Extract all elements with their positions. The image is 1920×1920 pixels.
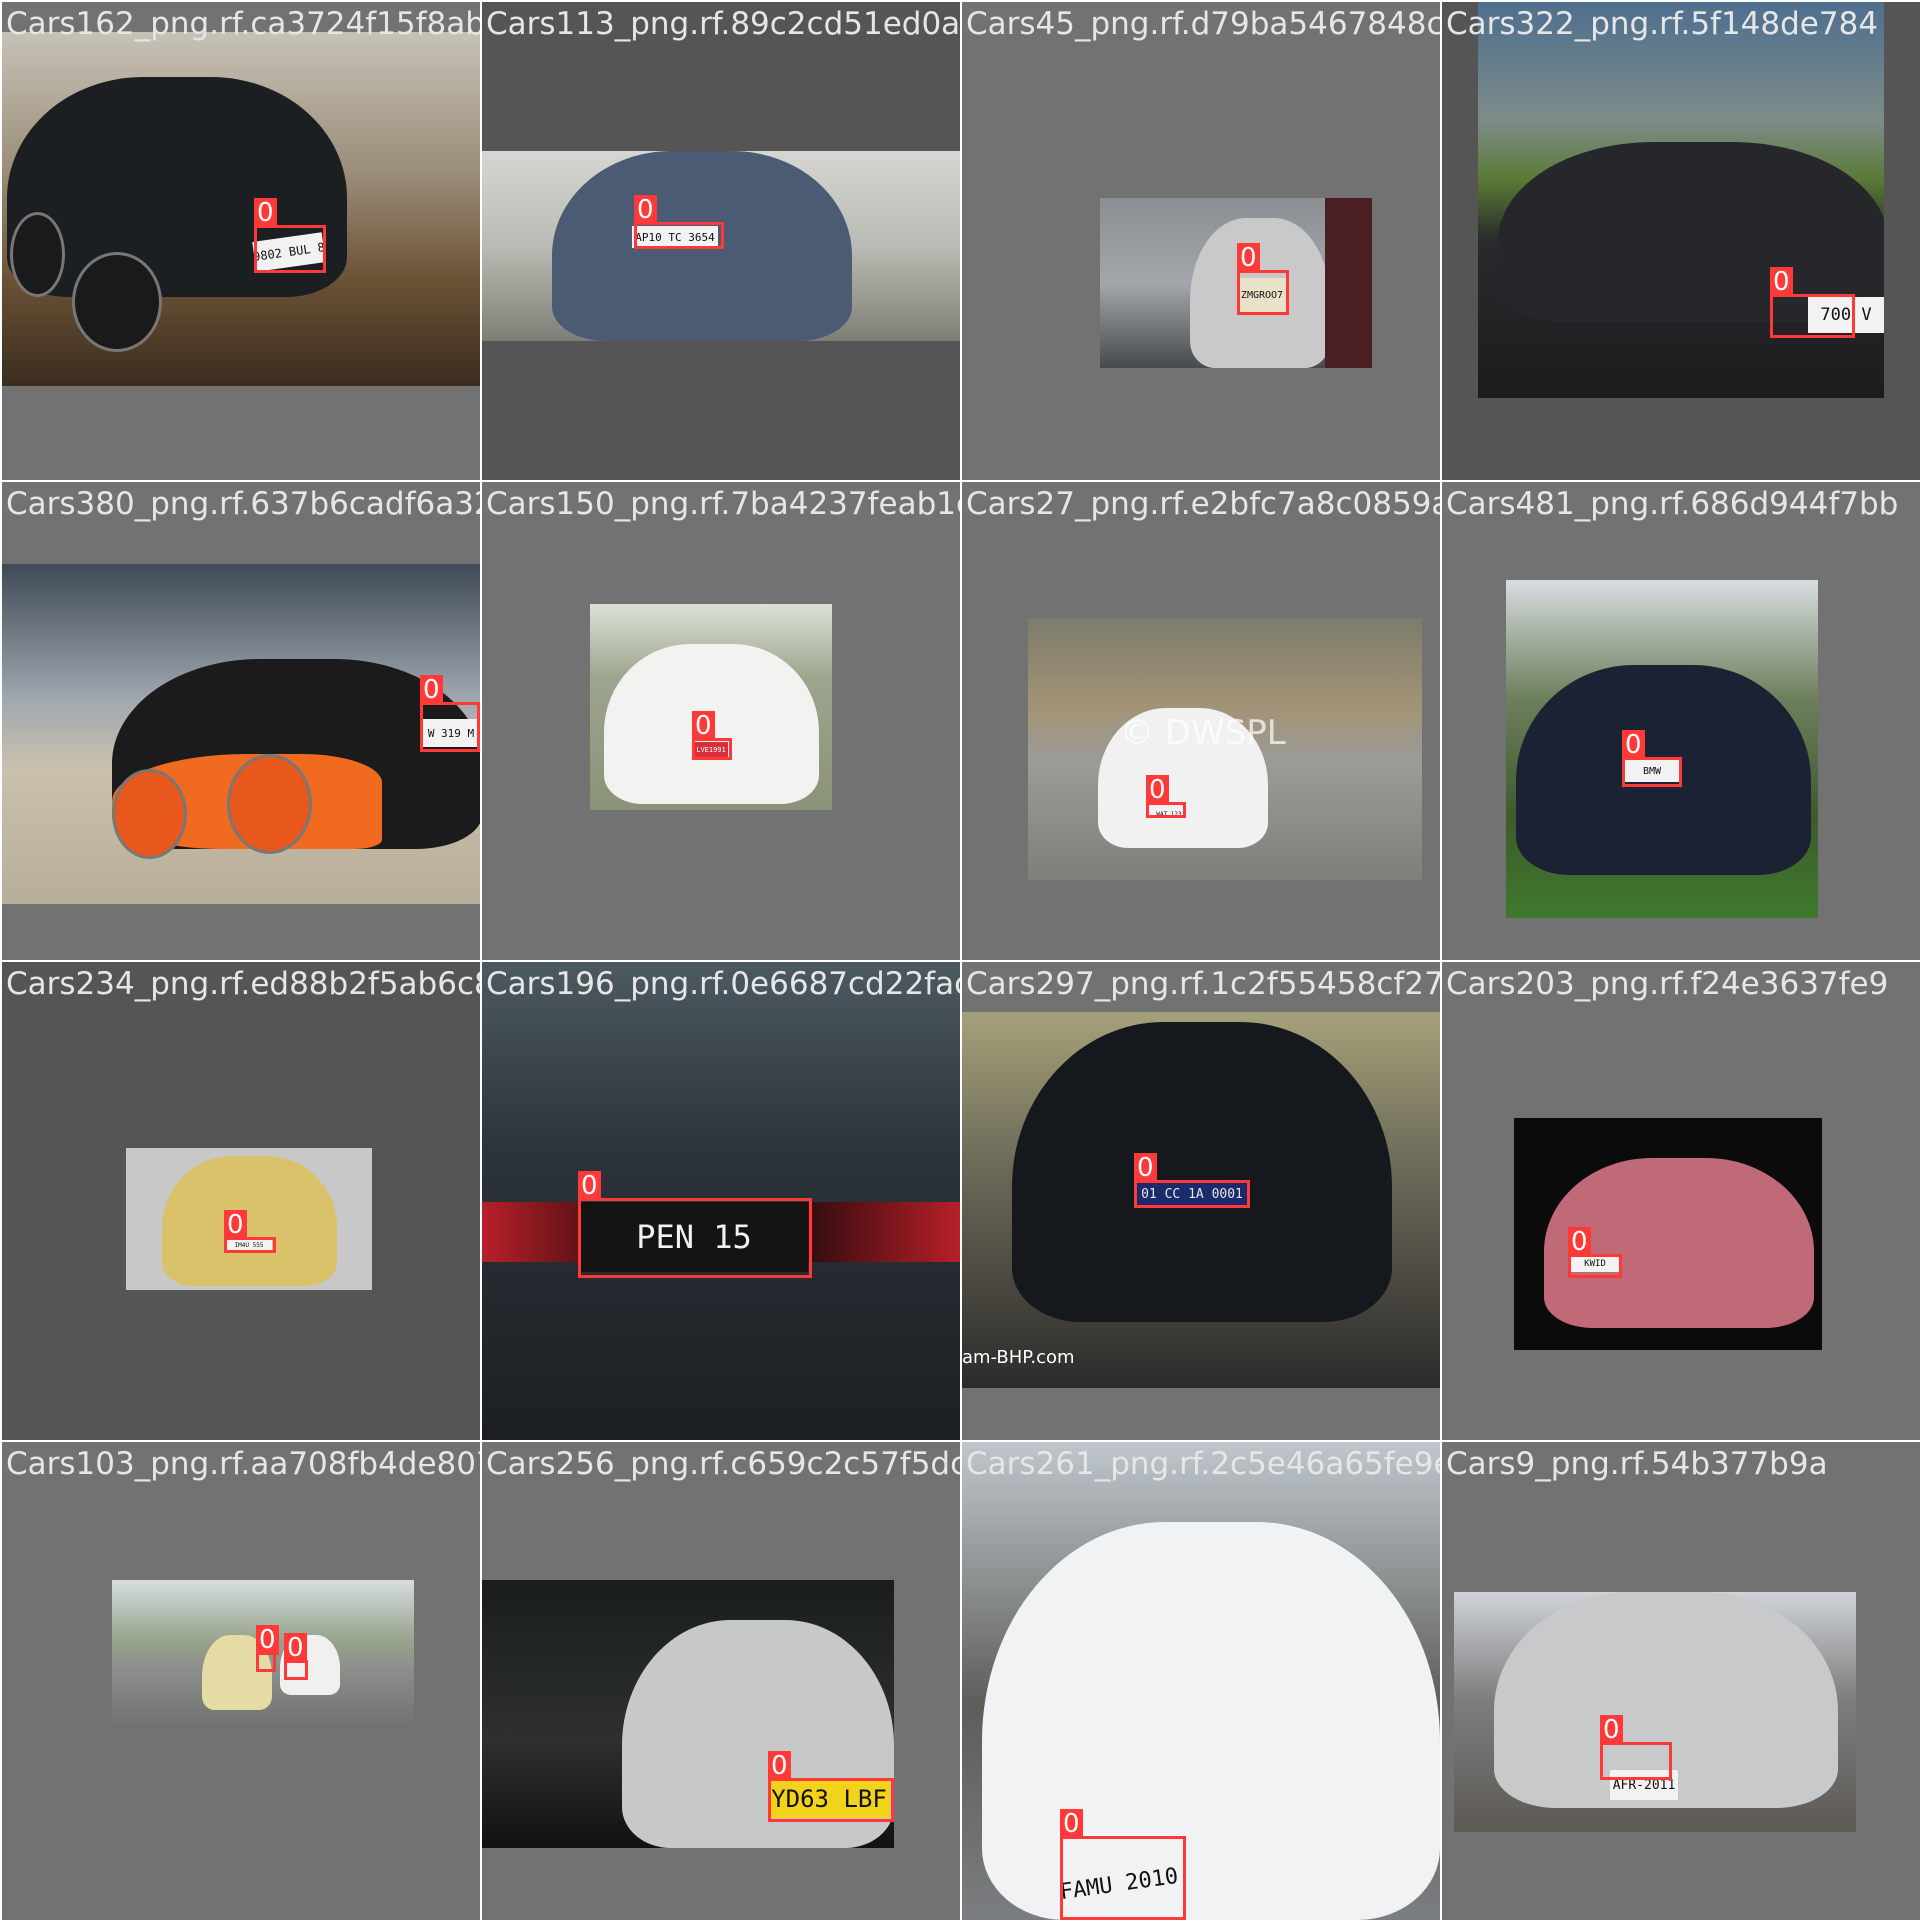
car-photo: AFR-2011 xyxy=(1454,1592,1856,1832)
tile-4: 700 V 0 Cars322_png.rf.5f148de784 xyxy=(1442,2,1920,480)
tile-11: 01 CC 1A 0001 am-BHP.com 0 Cars297_png.r… xyxy=(962,962,1440,1440)
detection-box: 0 xyxy=(1622,730,1682,787)
detection-box: 0 xyxy=(1600,1715,1672,1780)
detection-box: 0 xyxy=(768,1751,894,1822)
tile-8: BMW 0 Cars481_png.rf.686d944f7bb xyxy=(1442,482,1920,960)
car-photo: LVE1991 xyxy=(590,604,832,810)
tile-14: YD63 LBF 0 Cars256_png.rf.c659c2c57f5dcb… xyxy=(482,1442,960,1920)
image-filename: Cars45_png.rf.d79ba5467848c90d376552ab0d xyxy=(966,6,1440,42)
detection-box: 0 xyxy=(1237,243,1289,315)
class-label: 0 xyxy=(578,1171,601,1201)
class-label: 0 xyxy=(1060,1809,1083,1839)
class-label: 0 xyxy=(224,1210,247,1240)
image-filename: Cars113_png.rf.89c2cd51ed0a9685d9b67903 xyxy=(486,6,960,42)
car-photo: 9802 BUL 8 xyxy=(2,32,480,386)
image-filename: Cars234_png.rf.ed88b2f5ab6c8b4e5eac0e668… xyxy=(6,966,480,1002)
detection-box: 0 xyxy=(578,1171,812,1278)
class-label: 0 xyxy=(420,675,443,705)
class-label: 0 xyxy=(254,198,277,228)
tile-6: LVE1991 0 Cars150_png.rf.7ba4237feab1e2b… xyxy=(482,482,960,960)
class-label: 0 xyxy=(692,711,715,741)
detection-box: 0 xyxy=(224,1210,276,1253)
tile-10: PEN 15 0 Cars196_png.rf.0e6687cd22fac018… xyxy=(482,962,960,1440)
detection-box: 0 xyxy=(1146,775,1186,818)
image-filename: Cars103_png.rf.aa708fb4de8075363042c8c65… xyxy=(6,1446,480,1482)
car-photo: IM4U 555 xyxy=(126,1148,372,1290)
detection-box: 0 xyxy=(256,1625,279,1672)
image-filename: Cars203_png.rf.f24e3637fe9 xyxy=(1446,966,1889,1002)
watermark: am-BHP.com xyxy=(962,1347,1075,1368)
car-photo: W 319 M xyxy=(2,564,480,904)
class-label: 0 xyxy=(768,1751,791,1781)
tile-16: AFR-2011 0 Cars9_png.rf.54b377b9a xyxy=(1442,1442,1920,1920)
tile-15: FAMU 2010 0 Cars261_png.rf.2c5e46a65fe9e… xyxy=(962,1442,1440,1920)
detection-box: 0 xyxy=(254,198,326,273)
class-label: 0 xyxy=(1622,730,1645,760)
car-photo: ZMGROO7 xyxy=(1100,198,1372,368)
tile-7: WAT 123 © DWSPL 0 Cars27_png.rf.e2bfc7a8… xyxy=(962,482,1440,960)
watermark: © DWSPL xyxy=(1120,713,1286,753)
class-label: 0 xyxy=(1568,1227,1591,1257)
image-filename: Cars27_png.rf.e2bfc7a8c0859a482a3fdc786d… xyxy=(966,486,1440,522)
detection-box: 0 xyxy=(634,195,724,249)
detection-box: 0 xyxy=(1134,1153,1250,1208)
class-label: 0 xyxy=(284,1633,307,1663)
tile-3: ZMGROO7 0 Cars45_png.rf.d79ba5467848c90d… xyxy=(962,2,1440,480)
tile-2: AP10 TC 3654 0 Cars113_png.rf.89c2cd51ed… xyxy=(482,2,960,480)
class-label: 0 xyxy=(1600,1715,1623,1745)
class-label: 0 xyxy=(1146,775,1169,805)
detection-box: 0 xyxy=(1060,1809,1186,1920)
image-filename: Cars256_png.rf.c659c2c57f5dcb2726b3012c5… xyxy=(486,1446,960,1482)
tile-5: W 319 M 0 Cars380_png.rf.637b6cadf6a3293… xyxy=(2,482,480,960)
tile-13: 0 0 Cars103_png.rf.aa708fb4de8075363042c… xyxy=(2,1442,480,1920)
image-filename: Cars297_png.rf.1c2f55458cf276aef202934d2… xyxy=(966,966,1440,1002)
tile-9: IM4U 555 0 Cars234_png.rf.ed88b2f5ab6c8b… xyxy=(2,962,480,1440)
detection-box: 0 xyxy=(1568,1227,1622,1278)
class-label: 0 xyxy=(1237,243,1260,273)
class-label: 0 xyxy=(1134,1153,1157,1183)
class-label: 0 xyxy=(256,1625,279,1655)
tile-1: 9802 BUL 8 0 Cars162_png.rf.ca3724f15f8a… xyxy=(2,2,480,480)
detection-box: 0 xyxy=(284,1633,308,1680)
image-filename: Cars9_png.rf.54b377b9a xyxy=(1446,1446,1828,1482)
detection-box: 0 xyxy=(420,675,480,752)
car-photo: WAT 123 © DWSPL xyxy=(1028,618,1422,880)
class-label: 0 xyxy=(634,195,657,225)
image-filename: Cars380_png.rf.637b6cadf6a329359e6c30100… xyxy=(6,486,480,522)
detection-mosaic: 9802 BUL 8 0 Cars162_png.rf.ca3724f15f8a… xyxy=(0,0,1920,1920)
image-filename: Cars481_png.rf.686d944f7bb xyxy=(1446,486,1899,522)
tile-12: KWID 0 Cars203_png.rf.f24e3637fe9 xyxy=(1442,962,1920,1440)
car-photo: 700 V xyxy=(1478,2,1884,398)
class-label: 0 xyxy=(1770,267,1793,297)
detection-box: 0 xyxy=(1770,267,1855,338)
detection-box: 0 xyxy=(692,711,732,760)
image-filename: Cars150_png.rf.7ba4237feab1e2bfc7a8c0859… xyxy=(486,486,960,522)
car-photo: KWID xyxy=(1514,1118,1822,1350)
car-photo: BMW xyxy=(1506,580,1818,918)
car-photo: FAMU 2010 xyxy=(962,1442,1440,1920)
